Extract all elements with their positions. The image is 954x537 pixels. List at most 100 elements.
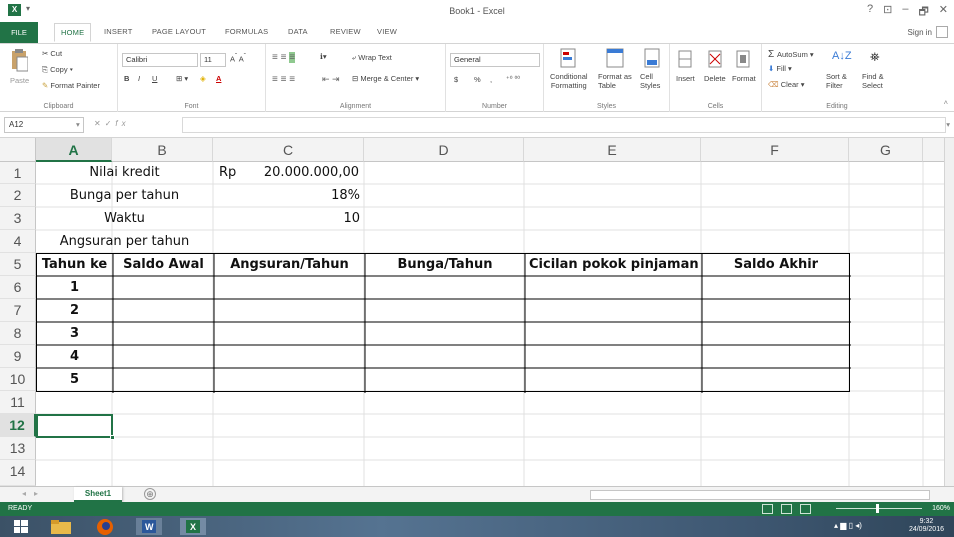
page-break-view-icon[interactable] [800, 504, 811, 514]
column-header-c[interactable]: C [213, 138, 364, 162]
minimize-button[interactable]: – [902, 3, 908, 22]
insert-cells-icon[interactable] [678, 50, 692, 68]
table-row-year-4[interactable]: 4 [36, 346, 113, 368]
normal-view-icon[interactable] [762, 504, 773, 514]
taskbar-clock[interactable]: 9:32 24/09/2016 [909, 518, 944, 534]
merge-center-button[interactable]: ⊟ Merge & Center ▾ [352, 74, 419, 83]
clear-button[interactable]: ⌫ Clear ▾ [768, 80, 805, 89]
tab-review[interactable]: REVIEW [330, 27, 361, 36]
column-header-e[interactable]: E [524, 138, 701, 162]
restore-button[interactable]: 🗗 [918, 3, 928, 22]
cell-a1-nilai-kredit[interactable]: Nilai kredit [36, 162, 213, 184]
windows-start-icon[interactable] [14, 520, 28, 537]
zoom-level[interactable]: 160% [932, 505, 950, 512]
expand-formula-bar-icon[interactable]: ▾ [946, 120, 950, 129]
table-row-year-3[interactable]: 3 [36, 323, 113, 345]
name-box-dropdown-icon[interactable]: ▾ [76, 120, 80, 129]
comma-style-icon[interactable]: , [490, 75, 492, 84]
format-as-table-button[interactable]: Format as Table [598, 72, 632, 90]
format-button[interactable]: Format [732, 74, 756, 83]
row-header-12[interactable]: 12 [0, 414, 36, 437]
table-row-year-1[interactable]: 1 [36, 277, 113, 299]
font-name-select[interactable]: Calibri [122, 53, 198, 67]
table-header-saldo-akhir[interactable]: Saldo Akhir [702, 254, 850, 276]
cancel-entry-icon[interactable]: ✕ [94, 119, 105, 128]
help-icon[interactable]: ? [867, 3, 873, 22]
sort-filter-icon[interactable]: A↓Z [832, 50, 852, 62]
cell-styles-icon[interactable] [644, 48, 660, 68]
underline-button[interactable]: U [152, 74, 157, 83]
borders-icon[interactable]: ⊞ ▾ [176, 74, 188, 83]
font-color-icon[interactable]: A [216, 74, 221, 83]
table-header-cicilan[interactable]: Cicilan pokok pinjaman [525, 254, 702, 276]
name-box[interactable]: A12 [4, 117, 84, 133]
fill-button[interactable]: ⬇ Fill ▾ [768, 64, 792, 73]
format-painter-button[interactable]: ✎ Format Painter [42, 81, 100, 90]
row-header-2[interactable]: 2 [0, 184, 36, 207]
row-header-10[interactable]: 10 [0, 368, 36, 391]
cell-a4-angsuran[interactable]: Angsuran per tahun [36, 231, 213, 253]
accounting-format-icon[interactable]: $ [454, 75, 458, 84]
column-header-g[interactable]: G [849, 138, 923, 162]
wrap-text-button[interactable]: ⤶ Wrap Text [352, 53, 392, 63]
format-as-table-icon[interactable] [606, 48, 624, 68]
table-header-angsuran[interactable]: Angsuran/Tahun [214, 254, 365, 276]
column-header-a[interactable]: A [36, 138, 112, 162]
conditional-formatting-icon[interactable] [560, 48, 576, 68]
table-header-tahun-ke[interactable]: Tahun ke [36, 254, 113, 276]
autosum-button[interactable]: Σ AutoSum ▾ [768, 49, 814, 60]
table-header-saldo-awal[interactable]: Saldo Awal [113, 254, 214, 276]
horizontal-scrollbar[interactable] [590, 490, 930, 500]
row-header-4[interactable]: 4 [0, 230, 36, 253]
tab-home[interactable]: HOME [54, 23, 92, 42]
cell-styles-button[interactable]: Cell Styles [640, 72, 660, 90]
number-format-select[interactable]: General [450, 53, 540, 67]
active-cell-a12[interactable] [36, 414, 115, 440]
horizontal-align-icons[interactable]: ≡ ≡ ≡ [272, 74, 295, 85]
cell-c2[interactable]: 18% [213, 185, 364, 207]
binoculars-icon[interactable]: ⛯ [870, 50, 880, 65]
bold-button[interactable]: B [124, 74, 129, 83]
sheet-tab-sheet1[interactable]: Sheet1 [74, 487, 122, 502]
delete-button[interactable]: Delete [704, 74, 726, 83]
grow-shrink-font-buttons[interactable]: Aˆ Aˇ [230, 53, 246, 64]
cell-c1-currency[interactable]: Rp [215, 162, 255, 184]
sign-in-link[interactable]: Sign in [908, 28, 932, 37]
column-header-b[interactable]: B [112, 138, 213, 162]
row-header-7[interactable]: 7 [0, 299, 36, 322]
tab-page-layout[interactable]: PAGE LAYOUT [152, 27, 206, 36]
table-header-bunga[interactable]: Bunga/Tahun [365, 254, 525, 276]
conditional-formatting-button[interactable]: Conditional Formatting [550, 72, 588, 90]
zoom-slider[interactable] [836, 508, 922, 509]
tab-insert[interactable]: INSERT [104, 27, 133, 36]
indent-icons[interactable]: ⇤ ⇥ [322, 74, 340, 85]
tab-formulas[interactable]: FORMULAS [225, 27, 268, 36]
format-cells-icon[interactable] [736, 50, 750, 68]
cell-c1-value[interactable]: 20.000.000,00 [255, 162, 363, 184]
row-header-1[interactable]: 1 [0, 162, 36, 184]
zoom-slider-knob[interactable] [876, 504, 879, 513]
confirm-entry-icon[interactable]: ✓ [105, 119, 116, 128]
delete-cells-icon[interactable] [708, 50, 722, 68]
insert-button[interactable]: Insert [676, 74, 695, 83]
vertical-align-icons[interactable]: ≡ ≡ ≡ [272, 52, 296, 63]
fill-handle[interactable] [110, 435, 115, 440]
insert-function-icon[interactable]: fx [115, 119, 129, 128]
paste-label[interactable]: Paste [10, 76, 29, 85]
word-icon[interactable]: W [136, 518, 162, 535]
cut-button[interactable]: ✂ Cut [42, 49, 62, 58]
italic-button[interactable]: I [138, 74, 140, 83]
percent-style-icon[interactable]: % [474, 75, 481, 84]
row-header-8[interactable]: 8 [0, 322, 36, 345]
tab-data[interactable]: DATA [288, 27, 308, 36]
row-header-5[interactable]: 5 [0, 253, 36, 276]
column-header-f[interactable]: F [701, 138, 849, 162]
cell-a3-waktu[interactable]: Waktu [36, 208, 213, 230]
row-header-11[interactable]: 11 [0, 391, 36, 414]
account-avatar[interactable] [936, 26, 948, 38]
find-select-button[interactable]: Find & Select [862, 72, 884, 90]
sort-filter-button[interactable]: Sort & Filter [826, 72, 847, 90]
formula-input[interactable] [182, 117, 946, 133]
row-header-13[interactable]: 13 [0, 437, 36, 460]
orientation-icon[interactable]: ℹ▾ [320, 52, 327, 61]
